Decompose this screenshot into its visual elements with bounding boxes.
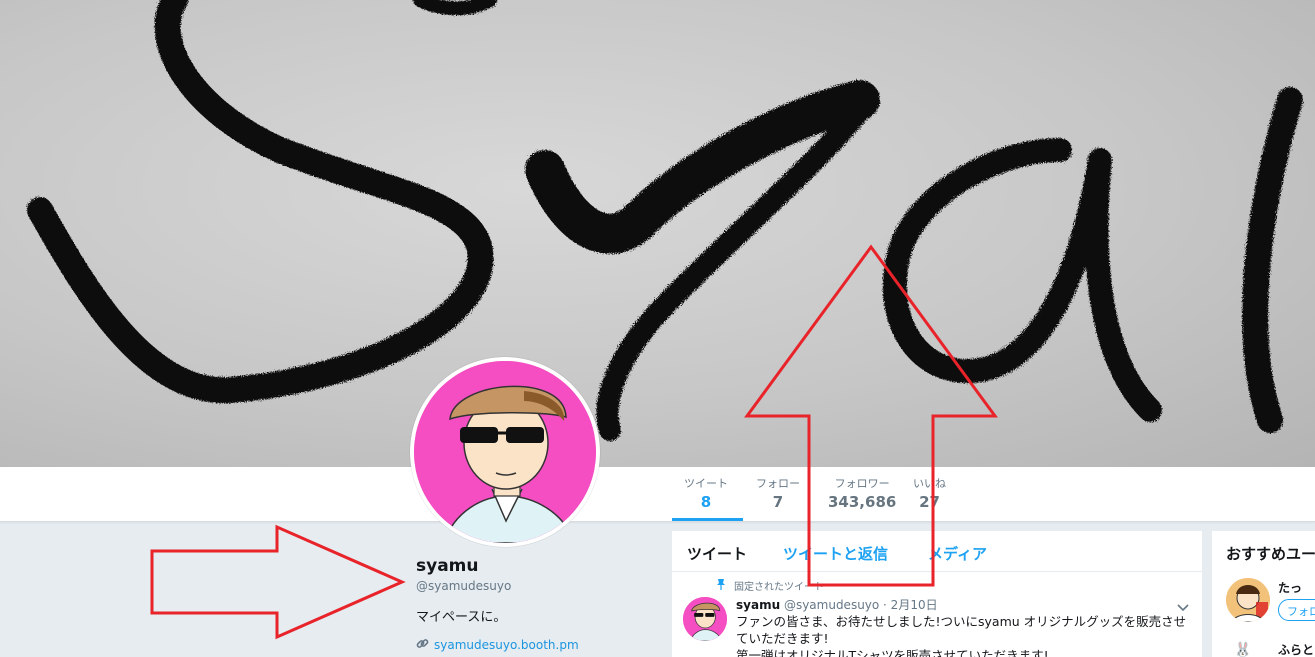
tweet-author-name[interactable]: syamu <box>736 598 780 612</box>
stat-following[interactable]: フォロー 7 <box>756 477 800 512</box>
stat-tweets-label: ツイート <box>684 477 728 490</box>
stat-tweets[interactable]: ツイート 8 <box>684 477 728 512</box>
tab-tweets[interactable]: ツイート <box>687 543 747 564</box>
timeline-tabs: ツイート ツイートと返信 メディア <box>672 531 1202 572</box>
link-icon <box>416 637 429 653</box>
profile-handle: @syamudesuyo <box>416 579 512 593</box>
avatar-illustration <box>414 361 596 543</box>
stat-likes-value: 27 <box>919 493 940 511</box>
stat-followers-value: 343,686 <box>828 493 897 511</box>
stat-following-value: 7 <box>772 493 784 511</box>
pinned-indicator: 固定されたツイート <box>716 578 824 593</box>
suggested-user-name[interactable]: たっ <box>1278 579 1302 596</box>
suggested-user-avatar[interactable] <box>1226 578 1270 622</box>
stat-likes-label: いいね <box>913 477 946 490</box>
timeline-card: ツイート ツイートと返信 メディア 固定されたツイート syamu @syamu… <box>672 531 1202 657</box>
profile-bio: マイペースに。 <box>416 610 507 625</box>
tab-tweets-replies[interactable]: ツイートと返信 <box>783 543 888 564</box>
profile-avatar[interactable] <box>410 357 600 547</box>
tweet-text-line: ていただきます! <box>736 631 829 646</box>
stat-tweets-value: 8 <box>700 493 712 511</box>
tweet-avatar[interactable] <box>683 597 727 641</box>
stat-followers[interactable]: フォロワー 343,686 <box>828 477 896 512</box>
rabbit-icon[interactable]: 🐰 <box>1234 642 1251 657</box>
suggested-user-name[interactable]: ふらと <box>1278 641 1314 657</box>
tweet-header: syamu @syamudesuyo · 2月10日 <box>736 596 938 613</box>
stat-followers-label: フォロワー <box>834 477 890 490</box>
pinned-label: 固定されたツイート <box>734 582 824 593</box>
who-to-follow-title: おすすめユーザー <box>1226 545 1315 563</box>
active-stat-underline <box>672 518 743 521</box>
tweet-avatar-illustration <box>683 597 727 641</box>
tweet-text: ファンの皆さま、お待たせしました!ついにsyamu オリジナルグッズを販売させ … <box>736 613 1191 657</box>
tweet-text-line: 第一弾はオリジナルTシャツを販売させていただきます! <box>736 648 1049 657</box>
profile-website[interactable]: syamudesuyo.booth.pm <box>416 637 579 653</box>
who-to-follow: おすすめユーザー たっ フォロー 🐰 ふらと <box>1212 531 1315 657</box>
tab-media[interactable]: メディア <box>928 543 987 564</box>
pin-icon <box>716 578 726 593</box>
follow-button[interactable]: フォロー <box>1278 599 1315 621</box>
profile-website-label: syamudesuyo.booth.pm <box>434 638 579 652</box>
stat-likes[interactable]: いいね 27 <box>913 477 946 512</box>
profile-name: syamu <box>416 556 479 576</box>
tweet-text-line: ファンの皆さま、お待たせしました!ついにsyamu オリジナルグッズを販売させ <box>736 614 1187 629</box>
annotation-arrow-right <box>150 524 406 640</box>
tweet-handle-date[interactable]: @syamudesuyo · 2月10日 <box>784 598 938 612</box>
profile-nav: ツイート 8 フォロー 7 フォロワー 343,686 いいね 27 <box>0 467 1315 522</box>
stat-following-label: フォロー <box>756 477 800 490</box>
profile-banner <box>0 0 1315 467</box>
